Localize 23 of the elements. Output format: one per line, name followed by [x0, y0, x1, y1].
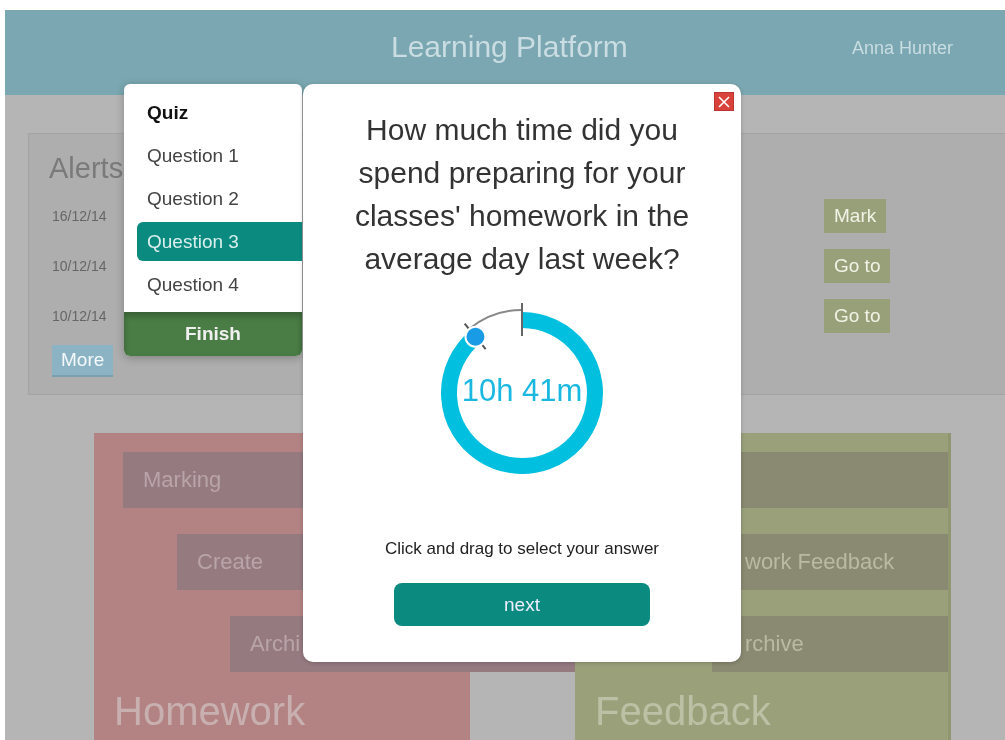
close-icon[interactable]: [714, 92, 734, 111]
alert-date: 16/12/14: [51, 208, 108, 224]
alert-date: 10/12/14: [51, 308, 108, 324]
finish-button[interactable]: Finish: [124, 312, 302, 356]
dial-reading: 10h 41m: [460, 373, 584, 409]
dial-handle[interactable]: [464, 325, 487, 348]
quiz-title: Quiz: [146, 102, 190, 124]
more-button[interactable]: More: [52, 345, 114, 377]
alert-date: 10/12/14: [51, 258, 108, 274]
app-title: Learning Platform: [391, 30, 628, 64]
handle-tick: [463, 322, 487, 351]
next-button[interactable]: next: [394, 583, 650, 626]
hint-text: Click and drag to select your answer: [385, 539, 659, 559]
question-item[interactable]: Question 4: [137, 265, 302, 304]
alert-action-button[interactable]: Mark: [824, 199, 887, 233]
question-item[interactable]: Question 3: [137, 222, 302, 261]
start-tick: [521, 302, 523, 337]
question-item[interactable]: Question 1: [137, 136, 302, 175]
question-item[interactable]: Question 2: [137, 179, 302, 218]
question-text: How much time did you spend preparing for your classes' homework in the average day last week?: [353, 112, 691, 277]
user-name[interactable]: Anna Hunter: [851, 38, 953, 59]
alert-action-button[interactable]: Go to: [824, 249, 891, 283]
alert-action-button[interactable]: Go to: [824, 299, 891, 333]
